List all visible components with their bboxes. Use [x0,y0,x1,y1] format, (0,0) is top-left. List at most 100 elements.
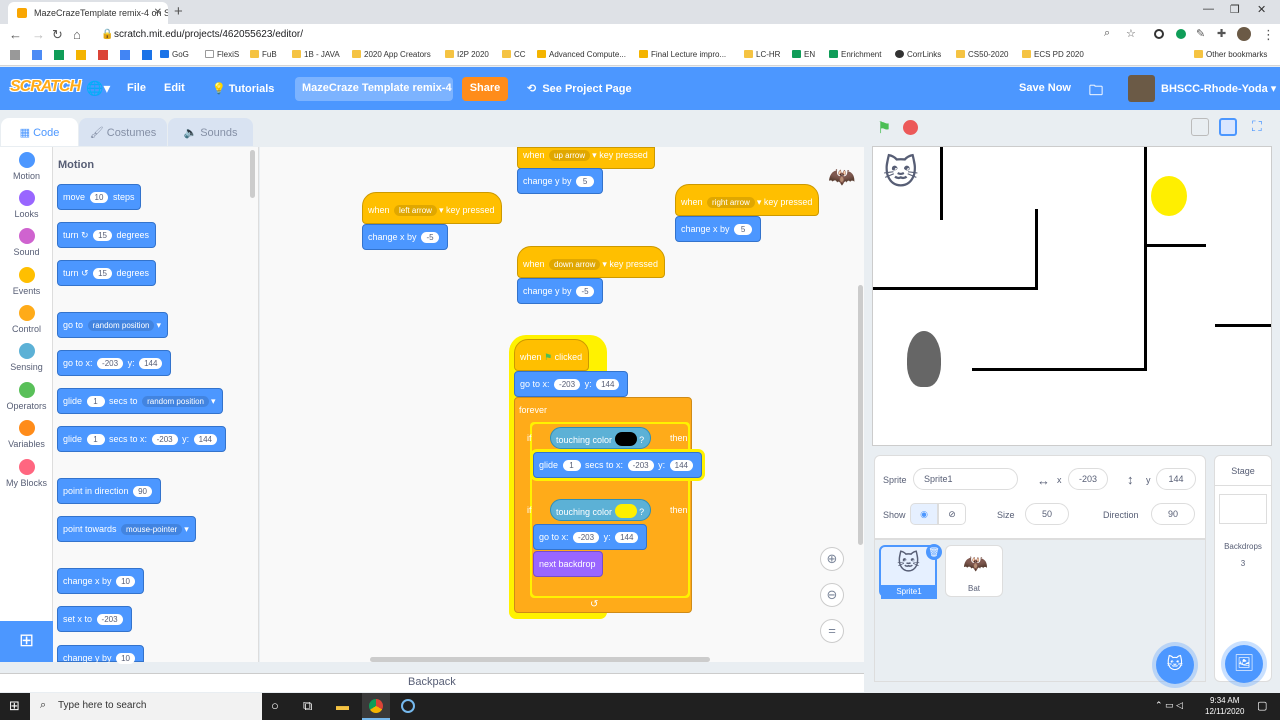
cat-sprite[interactable]: 🐱 [883,153,918,193]
bookmark-item[interactable]: 2020 App Creators [352,50,431,59]
my-stuff-folder-icon[interactable]: 🗀 [1089,80,1103,104]
category-events[interactable]: Events [0,267,53,296]
set-x-block[interactable]: set x to -203 [57,606,132,632]
category-variables[interactable]: Variables [0,420,53,449]
move-steps-block[interactable]: move 10 steps [57,184,142,210]
bookmark-icon[interactable] [120,50,130,60]
category-operators[interactable]: Operators [0,382,53,411]
bookmark-item[interactable]: Enrichment [829,50,881,59]
user-avatar[interactable] [1128,75,1155,102]
bookmark-star-icon[interactable]: ☆ [1126,27,1136,40]
sprite-name-input[interactable]: Sprite1 [913,468,1018,490]
go-to-block[interactable]: go to random position ▾ [57,312,168,338]
palette-scrollbar[interactable] [250,150,255,198]
bookmark-item[interactable]: LC-HR [744,50,780,59]
category-sound[interactable]: Sound [0,228,53,257]
bat-sprite[interactable] [907,331,941,387]
add-extension-button[interactable]: ⊞ [0,621,53,662]
window-close-icon[interactable]: ✕ [1257,3,1266,16]
recorder-icon[interactable] [401,699,415,713]
choose-backdrop-button[interactable]: 🖼 [1225,645,1263,683]
bookmark-item[interactable]: GoG [160,50,189,59]
menu-kebab-icon[interactable]: ⋮ [1262,27,1275,43]
category-motion[interactable]: Motion [0,152,53,181]
small-stage-icon[interactable] [1191,118,1209,136]
bookmark-icon[interactable] [54,50,64,60]
maximize-icon[interactable]: ❐ [1230,3,1240,16]
browser-tab[interactable]: MazeCrazeTemplate remix-4 on Scratch✕ [8,2,168,24]
bookmark-item[interactable]: Final Lecture impro... [639,50,726,59]
extension-green-icon[interactable] [1176,29,1186,39]
bookmark-item[interactable]: ECS PD 2020 [1022,50,1084,59]
point-in-direction-block[interactable]: point in direction 90 [57,478,161,504]
taskbar-clock[interactable]: 9:34 AM 12/11/2020 [1205,695,1244,717]
change-x-block[interactable]: change x by 5 [675,216,762,242]
zoom-out-button[interactable]: ⊖ [820,583,844,607]
glide-xy-block[interactable]: glide 1 secs to x: -203 y: 144 [533,452,702,478]
language-globe-icon[interactable]: 🌐▾ [86,80,110,97]
pen-icon[interactable]: ✎ [1196,27,1205,40]
apps-icon[interactable] [10,50,20,60]
tab-costumes[interactable]: 🖌 Costumes [79,118,167,146]
bookmark-icon[interactable] [76,50,86,60]
when-right-arrow-hat[interactable]: when right arrow ▾ key pressed [675,184,820,216]
zoom-icon[interactable]: ⌕ [1104,27,1110,40]
when-down-arrow-hat[interactable]: when down arrow ▾ key pressed [517,246,665,278]
stop-icon[interactable] [903,120,918,135]
bookmark-item[interactable]: Advanced Compute... [537,50,626,59]
notifications-icon[interactable]: ▢ [1257,699,1267,712]
tab-sounds[interactable]: 🔈 Sounds [168,118,253,146]
go-to-xy-block[interactable]: go to x: -203 y: 144 [514,371,629,397]
home-icon[interactable]: ⌂ [73,27,81,42]
change-x-block[interactable]: change x by -5 [362,224,449,250]
bookmark-item[interactable]: CC [502,50,526,59]
close-icon[interactable]: ✕ [154,7,162,18]
bookmark-item[interactable]: 1B - JAVA [292,50,340,59]
workspace-vscrollbar[interactable] [858,285,863,545]
category-control[interactable]: Control [0,305,53,334]
show-visible-eye-icon[interactable]: ◉ [910,503,938,525]
forward-icon[interactable]: → [32,27,45,42]
scratch-logo[interactable]: SCRATCH [10,78,81,96]
back-icon[interactable]: ← [9,27,22,42]
tutorials-menu[interactable]: 💡 Tutorials [212,82,274,95]
bookmark-item[interactable]: CS50-2020 [956,50,1008,59]
touching-color-yellow-block[interactable]: touching color ? [550,499,652,521]
x-input[interactable]: -203 [1068,468,1108,490]
when-left-arrow-hat[interactable]: when left arrow ▾ key pressed [362,192,502,224]
hide-eye-icon[interactable]: ⊘ [938,503,966,525]
extension-icon[interactable] [1154,29,1164,39]
change-y-block[interactable]: change y by 10 [57,645,144,664]
bookmark-item[interactable]: EN [792,50,815,59]
taskbar-search[interactable]: Type here to search [30,693,262,720]
stage[interactable]: 🐱 [872,146,1272,446]
bookmark-item[interactable]: CorrLinks [895,50,941,59]
go-to-xy-block[interactable]: go to x: -203 y: 144 [533,524,648,550]
sprite-thumb-bat[interactable]: 🦇 Bat [945,545,1003,597]
reload-icon[interactable]: ↻ [52,27,63,43]
workspace-hscrollbar[interactable] [370,657,710,662]
choose-sprite-button[interactable]: 🐱 [1156,646,1194,684]
direction-input[interactable]: 90 [1151,503,1195,525]
when-up-arrow-hat[interactable]: when up arrow ▾ key pressed [517,147,655,169]
normal-stage-icon[interactable] [1219,118,1237,136]
tray-icons[interactable]: ⌃ ▭ ◁ [1155,700,1183,711]
category-sensing[interactable]: Sensing [0,343,53,372]
turn-right-block[interactable]: turn ↻ 15 degrees [57,222,157,248]
task-view-icon[interactable]: ⧉ [303,698,312,714]
delete-sprite-icon[interactable]: 🗑 [926,544,942,560]
bookmark-icon[interactable] [142,50,152,60]
category-my-blocks[interactable]: My Blocks [0,459,53,488]
point-towards-block[interactable]: point towards mouse-pointer ▾ [57,516,196,542]
size-input[interactable]: 50 [1025,503,1069,525]
url-field[interactable]: scratch.mit.edu/projects/462055623/edito… [114,29,303,40]
cortana-icon[interactable]: ○ [271,698,279,713]
fullscreen-icon[interactable]: ⛶ [1252,118,1262,135]
save-now-button[interactable]: Save Now [1019,82,1071,94]
file-explorer-icon[interactable]: ▬ [336,698,349,713]
change-y-block[interactable]: change y by -5 [517,278,604,304]
change-x-block[interactable]: change x by 10 [57,568,144,594]
zoom-in-button[interactable]: ⊕ [820,547,844,571]
y-input[interactable]: 144 [1156,468,1196,490]
other-bookmarks[interactable]: Other bookmarks [1194,50,1267,59]
